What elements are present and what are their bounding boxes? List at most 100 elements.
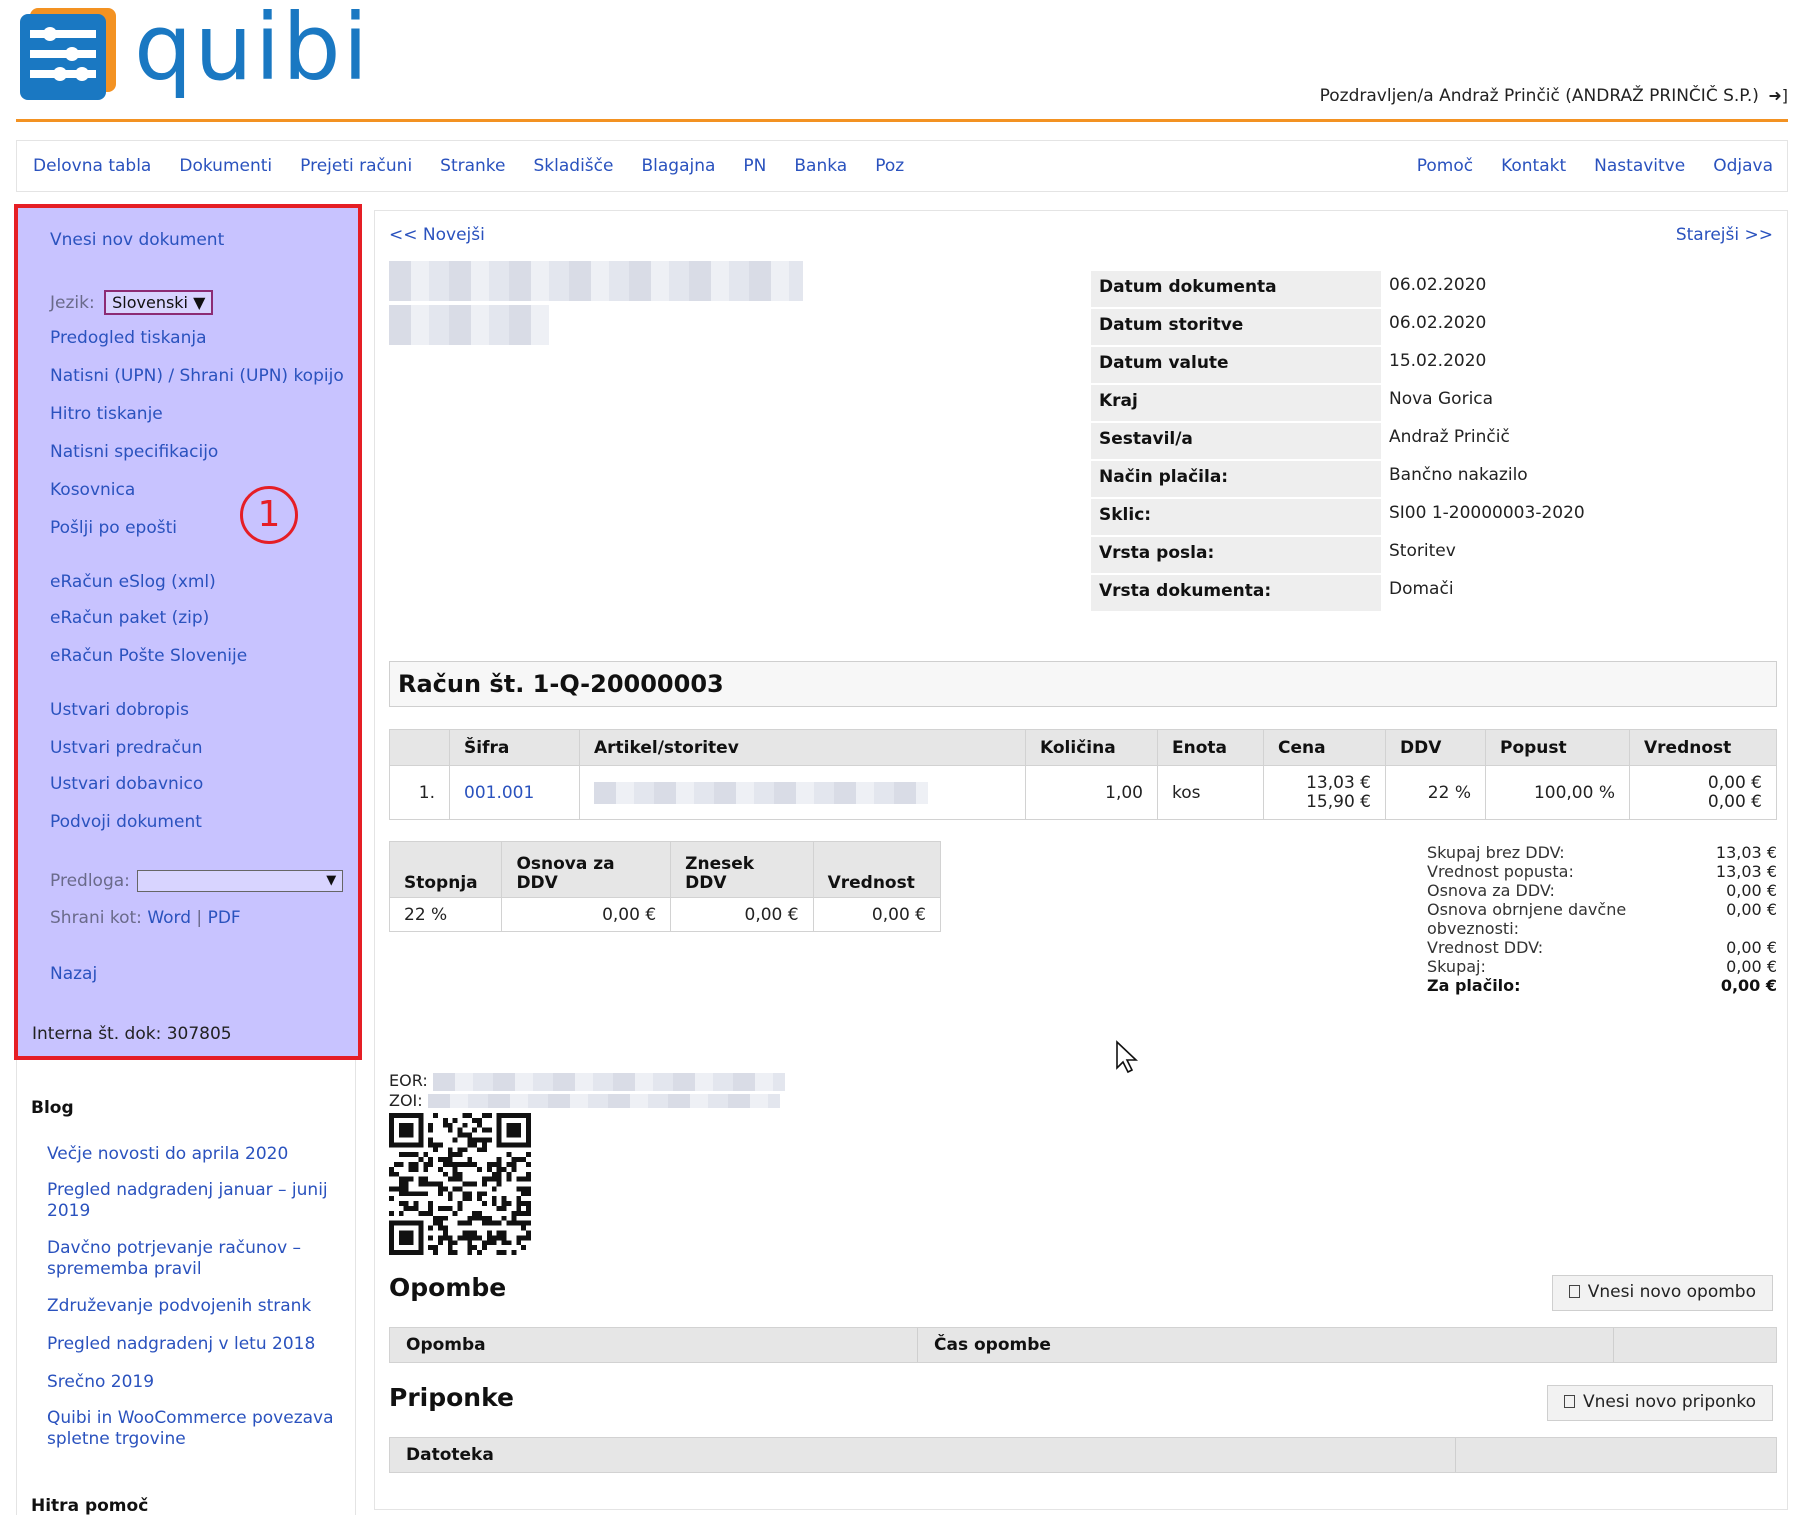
table-row: 22 % 0,00 €0,00 €0,00 € [388, 897, 942, 932]
save-word-link[interactable]: Word [147, 908, 191, 928]
zoi-row: ZOI: [389, 1091, 785, 1110]
eracun-xml-link[interactable]: eRačun eSlog (xml) [50, 572, 216, 592]
nav-item-7[interactable]: Banka [794, 156, 847, 176]
nav-item-0[interactable]: Delovna tabla [33, 156, 151, 176]
logo-wordmark[interactable]: quibi [134, 0, 370, 101]
nav-item-8[interactable]: Poz [875, 156, 904, 176]
total-row: Skupaj: 0,00 € [1427, 957, 1777, 976]
notes-col-actions [1614, 1328, 1646, 1362]
meta-value: Domači [1389, 579, 1454, 599]
nav-item-1[interactable]: Dokumenti [179, 156, 272, 176]
quantity-cell: 1,00 [1025, 765, 1158, 820]
create-credit-note-link[interactable]: Ustvari dobropis [50, 700, 189, 720]
duplicate-document-link[interactable]: Podvoji dokument [50, 812, 202, 832]
total-row: Osnova obrnjene davčne obveznosti: 0,00 € [1427, 900, 1777, 938]
items-col-header: Količina [1025, 729, 1158, 766]
items-col-header: Enota [1157, 729, 1264, 766]
total-row: Osnova za DDV: 0,00 € [1427, 881, 1777, 900]
quick-print-link[interactable]: Hitro tiskanje [50, 404, 163, 424]
print-upn-link[interactable]: Natisni (UPN) / Shrani (UPN) kopijo [50, 366, 344, 386]
items-col-header: Popust [1485, 729, 1630, 766]
language-select[interactable]: Slovenski ▼ [104, 290, 214, 315]
save-pdf-link[interactable]: PDF [208, 908, 241, 928]
meta-row: Sklic: SI00 1-20000003-2020 [1091, 499, 1771, 537]
document-view: << Novejši Starejši >> Datum dokumenta 06… [374, 210, 1788, 1510]
user-greeting: Pozdravljen/a Andraž Prinčič (ANDRAŽ PRI… [1320, 86, 1788, 106]
attachments-title: Priponke [389, 1383, 514, 1412]
meta-row: Vrsta dokumenta: Domači [1091, 575, 1771, 613]
nav-right-item-2[interactable]: Nastavitve [1594, 156, 1685, 176]
add-note-label: Vnesi novo opombo [1587, 1282, 1756, 1302]
create-delivery-note-link[interactable]: Ustvari dobavnico [50, 774, 203, 794]
back-link[interactable]: Nazaj [50, 964, 97, 984]
item-code-link[interactable]: 001.001 [464, 783, 534, 803]
blog-item[interactable]: Srečno 2019 [47, 1372, 347, 1393]
meta-row: Kraj Nova Gorica [1091, 385, 1771, 423]
total-label: Osnova obrnjene davčne obveznosti: [1427, 900, 1627, 938]
items-header-row: Šifra Artikel/storitev Količina Enota Cena DD… [389, 729, 1777, 766]
value-gross: 0,00 € [1707, 791, 1762, 812]
main-nav: Delovna tabla Dokumenti Prejeti računi Stra… [16, 140, 1788, 192]
meta-value: 06.02.2020 [1389, 275, 1487, 295]
total-value: 0,00 € [1720, 976, 1777, 995]
eracun-zip-link[interactable]: eRačun paket (zip) [50, 608, 209, 628]
quibi-logo-icon[interactable] [20, 8, 116, 100]
blog-item[interactable]: Quibi in WooCommerce povezava spletne tr… [47, 1408, 347, 1450]
page-icon [1568, 1285, 1580, 1298]
value-cell: 0,00 € 0,00 € [1629, 765, 1777, 820]
nav-item-2[interactable]: Prejeti računi [300, 156, 412, 176]
nav-item-6[interactable]: PN [743, 156, 766, 176]
add-attachment-button[interactable]: Vnesi novo priponko [1547, 1385, 1773, 1421]
zoi-label: ZOI: [389, 1090, 423, 1110]
eor-label: EOR: [389, 1071, 428, 1090]
template-select[interactable]: ▼ [137, 870, 344, 892]
vat-cell: 0,00 € [812, 897, 942, 932]
blog-item[interactable]: Pregled nadgradenj januar – junij 2019 [47, 1180, 347, 1222]
blog-item[interactable]: Davčno potrjevanje računov – sprememba p… [47, 1238, 347, 1280]
eracun-posta-link[interactable]: eRačun Pošte Slovenije [50, 646, 247, 666]
redacted-customer-address [389, 305, 549, 345]
vat-col-header: Znesek DDV [670, 841, 814, 898]
kosovnica-link[interactable]: Kosovnica [50, 480, 135, 500]
blog-panel: Blog Večje novosti do aprila 2020 Pregle… [16, 1060, 356, 1515]
total-label: Skupaj: [1427, 957, 1486, 976]
redacted-eor [432, 1072, 785, 1091]
total-row: Za plačilo: 0,00 € [1427, 976, 1777, 995]
logout-icon[interactable]: ➜] [1768, 86, 1788, 105]
blog-item[interactable]: Združevanje podvojenih strank [47, 1296, 347, 1317]
meta-key: Datum valute [1091, 347, 1381, 385]
newer-document-link[interactable]: << Novejši [389, 225, 485, 245]
row-number: 1. [389, 765, 450, 820]
nav-item-5[interactable]: Blagajna [641, 156, 715, 176]
blog-item[interactable]: Večje novosti do aprila 2020 [47, 1144, 347, 1165]
add-note-button[interactable]: Vnesi novo opombo [1551, 1275, 1773, 1311]
meta-value: SI00 1-20000003-2020 [1389, 503, 1585, 523]
older-document-link[interactable]: Starejši >> [1676, 225, 1773, 245]
meta-row: Datum valute 15.02.2020 [1091, 347, 1771, 385]
total-label: Vrednost popusta: [1427, 862, 1574, 881]
value-net: 0,00 € [1707, 772, 1762, 793]
total-value: 0,00 € [1726, 957, 1777, 976]
new-document-link[interactable]: Vnesi nov dokument [50, 230, 224, 250]
meta-key: Datum dokumenta [1091, 271, 1381, 309]
send-email-link[interactable]: Pošlji po epošti [50, 518, 177, 538]
create-proforma-link[interactable]: Ustvari predračun [50, 738, 203, 758]
total-value: 13,03 € [1715, 843, 1777, 862]
nav-item-3[interactable]: Stranke [440, 156, 505, 176]
print-preview-link[interactable]: Predogled tiskanja [50, 328, 207, 348]
redacted-customer-name [389, 261, 803, 301]
annotation-badge: 1 [240, 486, 298, 544]
meta-row: Vrsta posla: Storitev [1091, 537, 1771, 575]
items-col-header: Cena [1263, 729, 1386, 766]
blog-item[interactable]: Pregled nadgradenj v letu 2018 [47, 1334, 347, 1355]
items-col-header: DDV [1385, 729, 1486, 766]
print-specification-link[interactable]: Natisni specifikacijo [50, 442, 218, 462]
nav-item-4[interactable]: Skladišče [534, 156, 614, 176]
add-attachment-label: Vnesi novo priponko [1583, 1392, 1756, 1412]
nav-right-item-0[interactable]: Pomoč [1417, 156, 1473, 176]
redacted-zoi [427, 1094, 780, 1108]
notes-col-note: Opomba [390, 1328, 918, 1362]
unit-cell: kos [1157, 765, 1264, 820]
nav-right-item-1[interactable]: Kontakt [1501, 156, 1566, 176]
nav-right-item-3[interactable]: Odjava [1713, 156, 1773, 176]
